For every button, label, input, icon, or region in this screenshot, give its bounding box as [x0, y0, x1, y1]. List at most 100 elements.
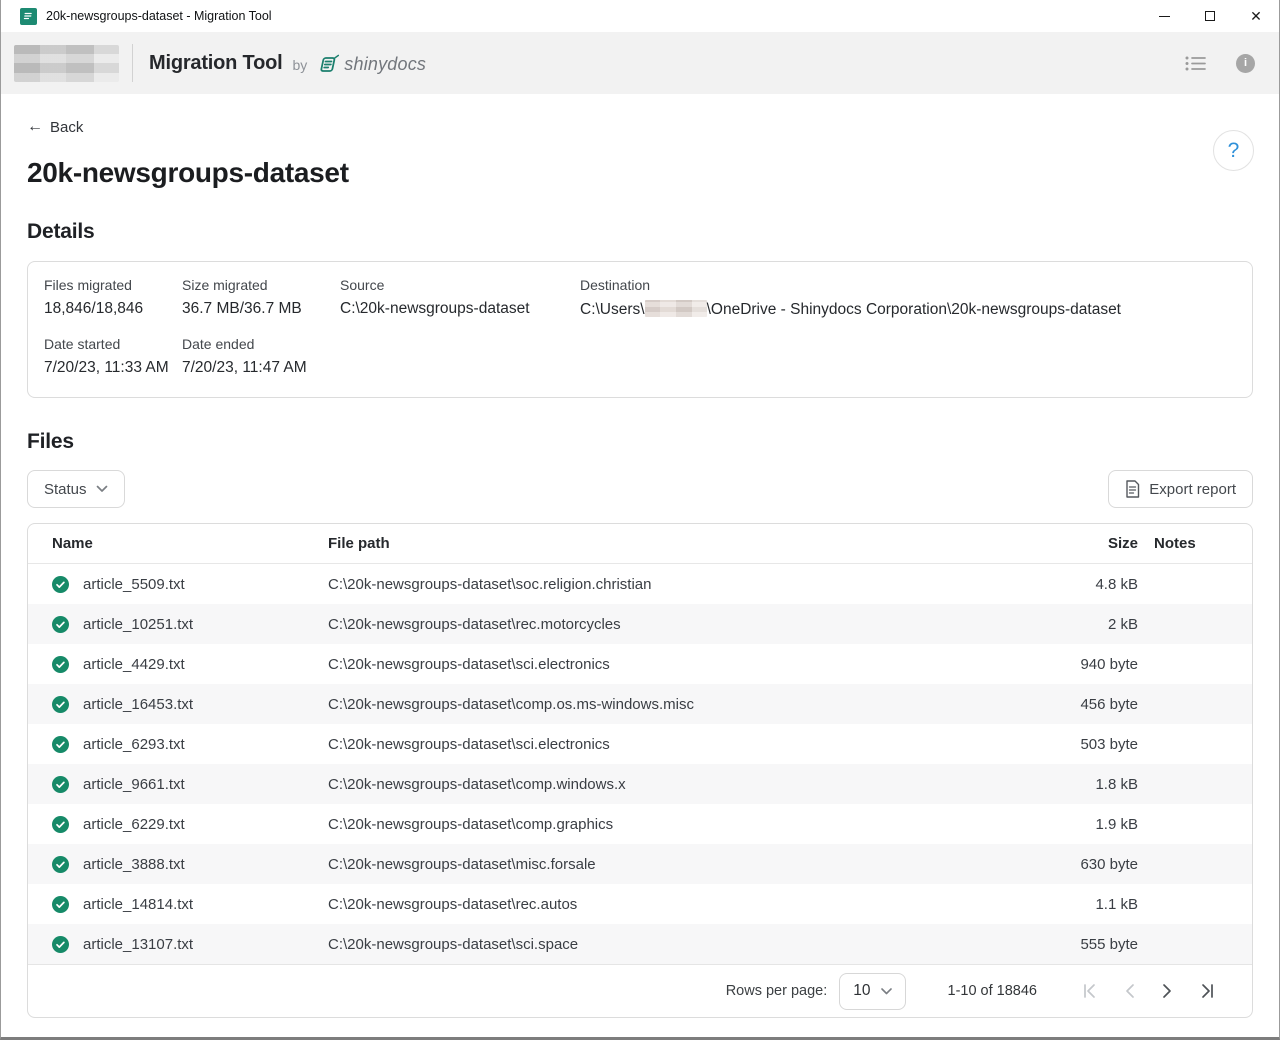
titlebar: 20k-newsgroups-dataset - Migration Tool …	[1, 0, 1279, 32]
file-size: 4.8 kB	[1013, 576, 1138, 593]
table-row[interactable]: article_10251.txt C:\20k-newsgroups-data…	[28, 604, 1252, 644]
detail-field-value: 36.7 MB/36.7 MB	[182, 300, 340, 318]
file-name: article_16453.txt	[83, 696, 193, 713]
success-status-icon	[52, 896, 69, 913]
previous-page-button[interactable]	[1123, 983, 1136, 999]
file-path: C:\20k-newsgroups-dataset\comp.os.ms-win…	[328, 696, 1013, 713]
close-icon: ✕	[1250, 9, 1262, 23]
pagination-range: 1-10 of 18846	[948, 983, 1038, 999]
details-heading: Details	[27, 220, 1253, 244]
back-label: Back	[50, 119, 83, 136]
detail-field-value: C:\20k-newsgroups-dataset	[340, 300, 580, 318]
file-path: C:\20k-newsgroups-dataset\sci.electronic…	[328, 736, 1013, 753]
export-report-label: Export report	[1149, 481, 1236, 498]
table-header-row: Name File path Size Notes	[28, 524, 1252, 564]
success-status-icon	[52, 696, 69, 713]
detail-field: Destination C:\Users\\OneDrive - Shinydo…	[580, 277, 1236, 319]
detail-field-label: Date started	[44, 336, 182, 352]
brand-name: shinydocs	[344, 54, 426, 75]
header-divider	[132, 44, 133, 82]
files-controls: Status Export report	[27, 470, 1253, 508]
detail-field-value: C:\Users\\OneDrive - Shinydocs Corporati…	[580, 300, 1236, 319]
file-name: article_6293.txt	[83, 736, 185, 753]
redacted-username	[645, 300, 707, 317]
file-name: article_10251.txt	[83, 616, 193, 633]
detail-field-value: 7/20/23, 11:33 AM	[44, 359, 182, 377]
app-window: 20k-newsgroups-dataset - Migration Tool …	[0, 0, 1280, 1040]
detail-field: Date ended 7/20/23, 11:47 AM	[182, 336, 340, 377]
success-status-icon	[52, 776, 69, 793]
rows-per-page-select[interactable]: 10	[839, 973, 905, 1010]
success-status-icon	[52, 616, 69, 633]
detail-field-label: Files migrated	[44, 277, 182, 293]
file-path: C:\20k-newsgroups-dataset\misc.forsale	[328, 856, 1013, 873]
detail-field-label: Destination	[580, 277, 1236, 293]
first-page-button[interactable]	[1081, 983, 1098, 999]
file-path: C:\20k-newsgroups-dataset\sci.electronic…	[328, 656, 1013, 673]
minimize-button[interactable]	[1141, 0, 1187, 32]
file-path: C:\20k-newsgroups-dataset\rec.motorcycle…	[328, 616, 1013, 633]
table-row[interactable]: article_13107.txt C:\20k-newsgroups-data…	[28, 924, 1252, 964]
files-table: Name File path Size Notes article_5509.t…	[27, 523, 1253, 1018]
table-row[interactable]: article_14814.txt C:\20k-newsgroups-data…	[28, 884, 1252, 924]
minimize-icon	[1159, 16, 1170, 17]
log-list-icon[interactable]	[1185, 55, 1206, 72]
page-title: 20k-newsgroups-dataset	[27, 157, 1253, 189]
file-size: 555 byte	[1013, 936, 1138, 953]
file-path: C:\20k-newsgroups-dataset\comp.graphics	[328, 816, 1013, 833]
file-size: 940 byte	[1013, 656, 1138, 673]
details-card: Files migrated 18,846/18,846 Size migrat…	[27, 261, 1253, 398]
file-name: article_4429.txt	[83, 656, 185, 673]
table-row[interactable]: article_16453.txt C:\20k-newsgroups-data…	[28, 684, 1252, 724]
detail-field-label: Date ended	[182, 336, 340, 352]
main-content: ← Back ? 20k-newsgroups-dataset Details …	[1, 94, 1279, 1037]
table-footer: Rows per page: 10 1-10 of 18846	[28, 964, 1252, 1017]
maximize-button[interactable]	[1187, 0, 1233, 32]
success-status-icon	[52, 656, 69, 673]
status-filter-dropdown[interactable]: Status	[27, 470, 125, 508]
export-report-button[interactable]: Export report	[1108, 470, 1253, 508]
file-name: article_5509.txt	[83, 576, 185, 593]
redacted-company-logo	[14, 45, 119, 82]
document-icon	[1125, 480, 1140, 498]
detail-field: Date started 7/20/23, 11:33 AM	[44, 336, 182, 377]
back-link[interactable]: ← Back	[27, 118, 83, 136]
success-status-icon	[52, 856, 69, 873]
next-page-button[interactable]	[1161, 983, 1174, 999]
detail-field: Files migrated 18,846/18,846	[44, 277, 182, 319]
success-status-icon	[52, 816, 69, 833]
files-heading: Files	[27, 430, 1253, 454]
detail-field-label: Size migrated	[182, 277, 340, 293]
success-status-icon	[52, 736, 69, 753]
file-size: 456 byte	[1013, 696, 1138, 713]
file-size: 2 kB	[1013, 616, 1138, 633]
table-row[interactable]: article_3888.txt C:\20k-newsgroups-datas…	[28, 844, 1252, 884]
info-icon[interactable]: i	[1236, 54, 1255, 73]
table-row[interactable]: article_9661.txt C:\20k-newsgroups-datas…	[28, 764, 1252, 804]
table-row[interactable]: article_4429.txt C:\20k-newsgroups-datas…	[28, 644, 1252, 684]
shinydocs-brand: shinydocs	[317, 52, 426, 76]
window-title: 20k-newsgroups-dataset - Migration Tool	[46, 9, 272, 23]
close-button[interactable]: ✕	[1233, 0, 1279, 32]
detail-field-value: 18,846/18,846	[44, 300, 182, 318]
rows-per-page-value: 10	[853, 982, 870, 1000]
detail-field: Source C:\20k-newsgroups-dataset	[340, 277, 580, 319]
detail-field-label: Source	[340, 277, 580, 293]
file-path: C:\20k-newsgroups-dataset\soc.religion.c…	[328, 576, 1013, 593]
last-page-button[interactable]	[1199, 983, 1216, 999]
table-row[interactable]: article_5509.txt C:\20k-newsgroups-datas…	[28, 564, 1252, 604]
table-row[interactable]: article_6229.txt C:\20k-newsgroups-datas…	[28, 804, 1252, 844]
status-filter-label: Status	[44, 481, 87, 498]
maximize-icon	[1205, 11, 1215, 21]
file-name: article_6229.txt	[83, 816, 185, 833]
help-button[interactable]: ?	[1213, 130, 1254, 171]
column-header-file-path: File path	[328, 535, 1013, 552]
file-path: C:\20k-newsgroups-dataset\sci.space	[328, 936, 1013, 953]
file-size: 1.9 kB	[1013, 816, 1138, 833]
chevron-down-icon	[881, 988, 892, 995]
table-row[interactable]: article_6293.txt C:\20k-newsgroups-datas…	[28, 724, 1252, 764]
file-name: article_14814.txt	[83, 896, 193, 913]
column-header-name: Name	[52, 535, 328, 552]
success-status-icon	[52, 936, 69, 953]
file-name: article_13107.txt	[83, 936, 193, 953]
